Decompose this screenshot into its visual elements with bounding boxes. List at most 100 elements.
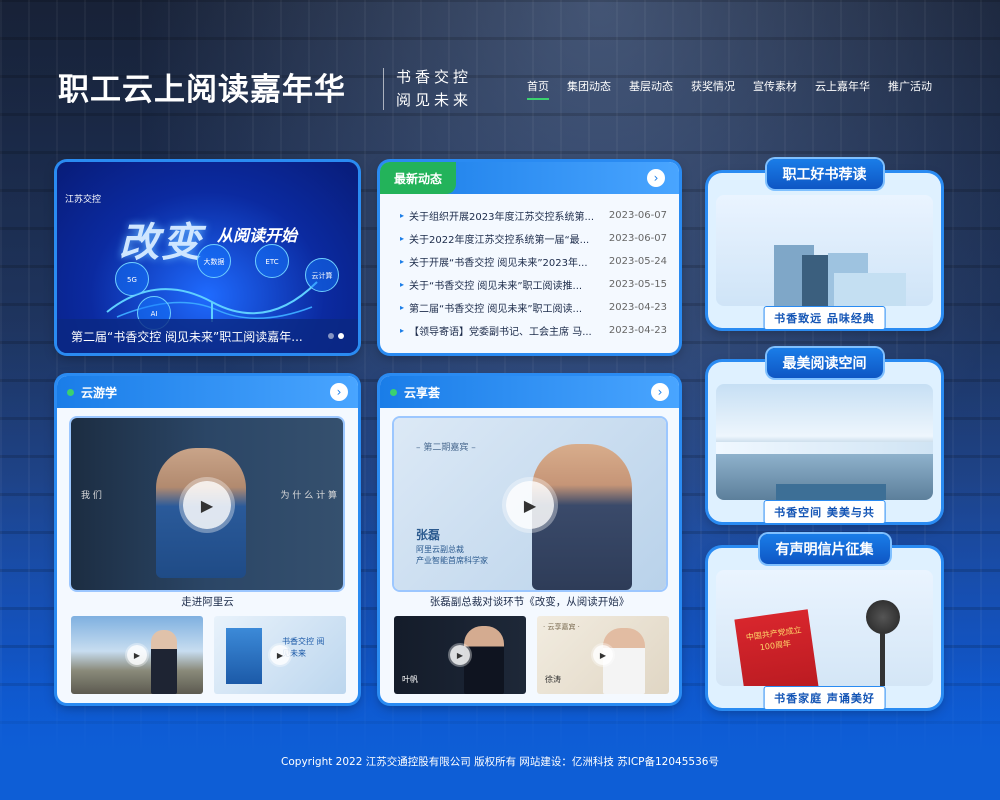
nav-group-news[interactable]: 集团动态 bbox=[558, 78, 620, 94]
nav-home[interactable]: 首页 bbox=[518, 78, 558, 100]
cloud-study-thumb-2[interactable]: 书香交控 阅见未来 ▶ bbox=[214, 616, 346, 694]
banner-caption-bar: 第二届“书香交控 阅见未来”职工阅读嘉年... bbox=[57, 319, 358, 353]
news-title[interactable]: 第二届“书香交控 阅见未来”职工阅读... bbox=[409, 300, 607, 315]
news-tab[interactable]: 最新动态 bbox=[380, 162, 457, 194]
play-icon[interactable]: ▶ bbox=[183, 481, 231, 529]
play-icon[interactable]: ▶ bbox=[593, 645, 613, 665]
news-title[interactable]: 关于开展“书香交控 阅见未来”2023年... bbox=[409, 254, 607, 269]
slider-dots bbox=[328, 333, 344, 339]
side-card-recommended-books[interactable]: 职工好书荐读 书香致远 品味经典 bbox=[708, 159, 941, 330]
side-card-tag: 书香致远 品味经典 bbox=[763, 306, 886, 330]
bookshelf-graphic bbox=[776, 484, 886, 500]
side-card-title[interactable]: 有声明信片征集 bbox=[759, 534, 890, 564]
side-card-tag: 书香空间 美美与共 bbox=[763, 500, 886, 524]
banner-headline: 改变 bbox=[119, 220, 203, 266]
banner-caption[interactable]: 第二届“书香交控 阅见未来”职工阅读嘉年... bbox=[71, 328, 303, 345]
cloud-study-main-video[interactable]: 我 们 为 什 么 计 算 ▶ bbox=[71, 418, 343, 590]
play-icon[interactable]: ▶ bbox=[450, 645, 470, 665]
news-item[interactable]: ▸ 关于开展“书香交控 阅见未来”2023年... 2023-05-24 bbox=[400, 250, 667, 273]
cloud-study-caption[interactable]: 走进阿里云 bbox=[57, 594, 358, 609]
side-card-tag: 书香家庭 声诵美好 bbox=[763, 686, 886, 710]
banner-subheadline: 从阅读开始 bbox=[217, 226, 298, 245]
cloud-study-more-button[interactable]: › bbox=[330, 383, 348, 401]
main-nav: 首页 集团动态 基层动态 获奖情况 宣传素材 云上嘉年华 推广活动 bbox=[518, 78, 941, 100]
video-overlay-right: 为 什 么 计 算 bbox=[280, 491, 337, 501]
play-icon[interactable]: ▶ bbox=[506, 481, 554, 529]
reading-space-image bbox=[716, 384, 933, 500]
news-item[interactable]: ▸ 关于组织开展2023年度江苏交控系统第... 2023-06-07 bbox=[400, 204, 667, 227]
news-list: ▸ 关于组织开展2023年度江苏交控系统第... 2023-06-07 ▸ 关于202… bbox=[380, 194, 679, 342]
cloud-share-title: 云享荟 bbox=[404, 385, 441, 400]
news-panel: 最新动态 › ▸ 关于组织开展2023年度江苏交控系统第... 2023-06-07… bbox=[380, 162, 679, 353]
dot-icon bbox=[67, 388, 74, 396]
slogan-line1: 书香交控 bbox=[396, 68, 473, 86]
news-date: 2023-06-07 bbox=[608, 210, 667, 221]
dot-icon bbox=[390, 388, 397, 396]
thumb-label: · 云享嘉宾 · bbox=[543, 623, 580, 631]
news-title[interactable]: 关于组织开展2023年度江苏交控系统第... bbox=[409, 208, 607, 223]
news-title[interactable]: 【领导寄语】党委副书记、工会主席 马... bbox=[409, 323, 607, 338]
cloud-study-thumb-1[interactable]: ▶ bbox=[71, 616, 203, 694]
episode-label: – 第二期嘉宾 – bbox=[416, 443, 476, 453]
microphone-icon bbox=[866, 600, 900, 634]
building-graphic bbox=[226, 628, 262, 684]
cloud-share-main-video[interactable]: – 第二期嘉宾 – 张磊 阿里云副总裁 产业智能首席科学家 ▶ bbox=[394, 418, 666, 590]
video-overlay-left: 我 们 bbox=[81, 491, 102, 501]
news-item[interactable]: ▸ 【领导寄语】党委副书记、工会主席 马... 2023-04-23 bbox=[400, 319, 667, 342]
slider-dot-active[interactable] bbox=[338, 333, 344, 339]
side-card-reading-space[interactable]: 最美阅读空间 书香空间 美美与共 bbox=[708, 348, 941, 524]
bullet-icon: ▸ bbox=[400, 211, 405, 220]
nav-cloud-carnival[interactable]: 云上嘉年华 bbox=[806, 78, 879, 94]
book-red-cover: 中国共产党成立100周年 bbox=[734, 609, 820, 686]
cloud-study-title: 云游学 bbox=[81, 385, 118, 400]
postcard-text: 中国共产党成立100周年 bbox=[745, 625, 803, 653]
guest-name: 张磊 bbox=[416, 528, 441, 542]
bullet-icon: ▸ bbox=[400, 257, 405, 266]
news-more-button[interactable]: › bbox=[647, 169, 665, 187]
site-logo[interactable]: 职工云上阅读嘉年华 bbox=[58, 64, 346, 109]
nav-awards[interactable]: 获奖情况 bbox=[682, 78, 744, 94]
side-card-audio-postcard[interactable]: 有声明信片征集 中国共产党成立100周年 书香家庭 声诵美好 bbox=[708, 534, 941, 710]
cloud-share-more-button[interactable]: › bbox=[651, 383, 669, 401]
news-date: 2023-04-23 bbox=[608, 325, 667, 336]
news-title[interactable]: 关于2022年度江苏交控系统第一届“最... bbox=[409, 231, 607, 246]
bullet-icon: ▸ bbox=[400, 280, 405, 289]
guest-title-1: 阿里云副总裁 bbox=[416, 545, 464, 554]
microphone-stand bbox=[880, 632, 885, 686]
thumb-guest-name: 叶帆 bbox=[402, 675, 418, 684]
cloud-share-panel: 云享荟 › – 第二期嘉宾 – 张磊 阿里云副总裁 产业智能首席科学家 ▶ 张磊… bbox=[380, 376, 679, 703]
side-card-title[interactable]: 职工好书荐读 bbox=[766, 159, 883, 189]
news-date: 2023-06-07 bbox=[608, 233, 667, 244]
footer-copyright: Copyright 2022 江苏交通控股有限公司 版权所有 网站建设：亿洲科技… bbox=[281, 756, 719, 768]
postcard-image: 中国共产党成立100周年 bbox=[716, 570, 933, 686]
play-icon[interactable]: ▶ bbox=[270, 645, 290, 665]
banner-carousel[interactable]: 江苏交控 改变 从阅读开始 5G AI ETC 大数据 云计算 第二届“书香交控… bbox=[57, 162, 358, 353]
nav-materials[interactable]: 宣传素材 bbox=[744, 78, 806, 94]
nav-grassroots-news[interactable]: 基层动态 bbox=[620, 78, 682, 94]
node-etc: ETC bbox=[255, 244, 289, 278]
cloud-share-thumb-1[interactable]: 叶帆 ▶ bbox=[394, 616, 526, 694]
side-card-title[interactable]: 最美阅读空间 bbox=[766, 348, 883, 378]
bullet-icon: ▸ bbox=[400, 234, 405, 243]
book-cover bbox=[834, 273, 906, 306]
guest-figure bbox=[464, 626, 504, 694]
news-title[interactable]: 关于“书香交控 阅见未来”职工阅读推... bbox=[409, 277, 607, 292]
news-date: 2023-05-24 bbox=[608, 256, 667, 267]
cloud-share-thumb-2[interactable]: · 云享嘉宾 · 徐涛 ▶ bbox=[537, 616, 669, 694]
bullet-icon: ▸ bbox=[400, 326, 405, 335]
cloud-share-caption[interactable]: 张磊副总裁对谈环节《改变，从阅读开始》 bbox=[380, 594, 679, 609]
node-5g: 5G bbox=[115, 262, 149, 296]
play-icon[interactable]: ▶ bbox=[127, 645, 147, 665]
news-item[interactable]: ▸ 关于2022年度江苏交控系统第一届“最... 2023-06-07 bbox=[400, 227, 667, 250]
slider-dot[interactable] bbox=[328, 333, 334, 339]
news-item[interactable]: ▸ 关于“书香交控 阅见未来”职工阅读推... 2023-05-15 bbox=[400, 273, 667, 296]
news-item[interactable]: ▸ 第二届“书香交控 阅见未来”职工阅读... 2023-04-23 bbox=[400, 296, 667, 319]
guest-title-2: 产业智能首席科学家 bbox=[416, 556, 488, 565]
slogan: 书香交控 阅见未来 bbox=[396, 66, 488, 112]
node-bigdata: 大数据 bbox=[197, 244, 231, 278]
thumb-guest-name: 徐涛 bbox=[545, 675, 561, 684]
ceiling-beam bbox=[716, 442, 933, 454]
node-cloud: 云计算 bbox=[305, 258, 339, 292]
nav-promotion[interactable]: 推广活动 bbox=[879, 78, 941, 94]
news-date: 2023-05-15 bbox=[608, 279, 667, 290]
